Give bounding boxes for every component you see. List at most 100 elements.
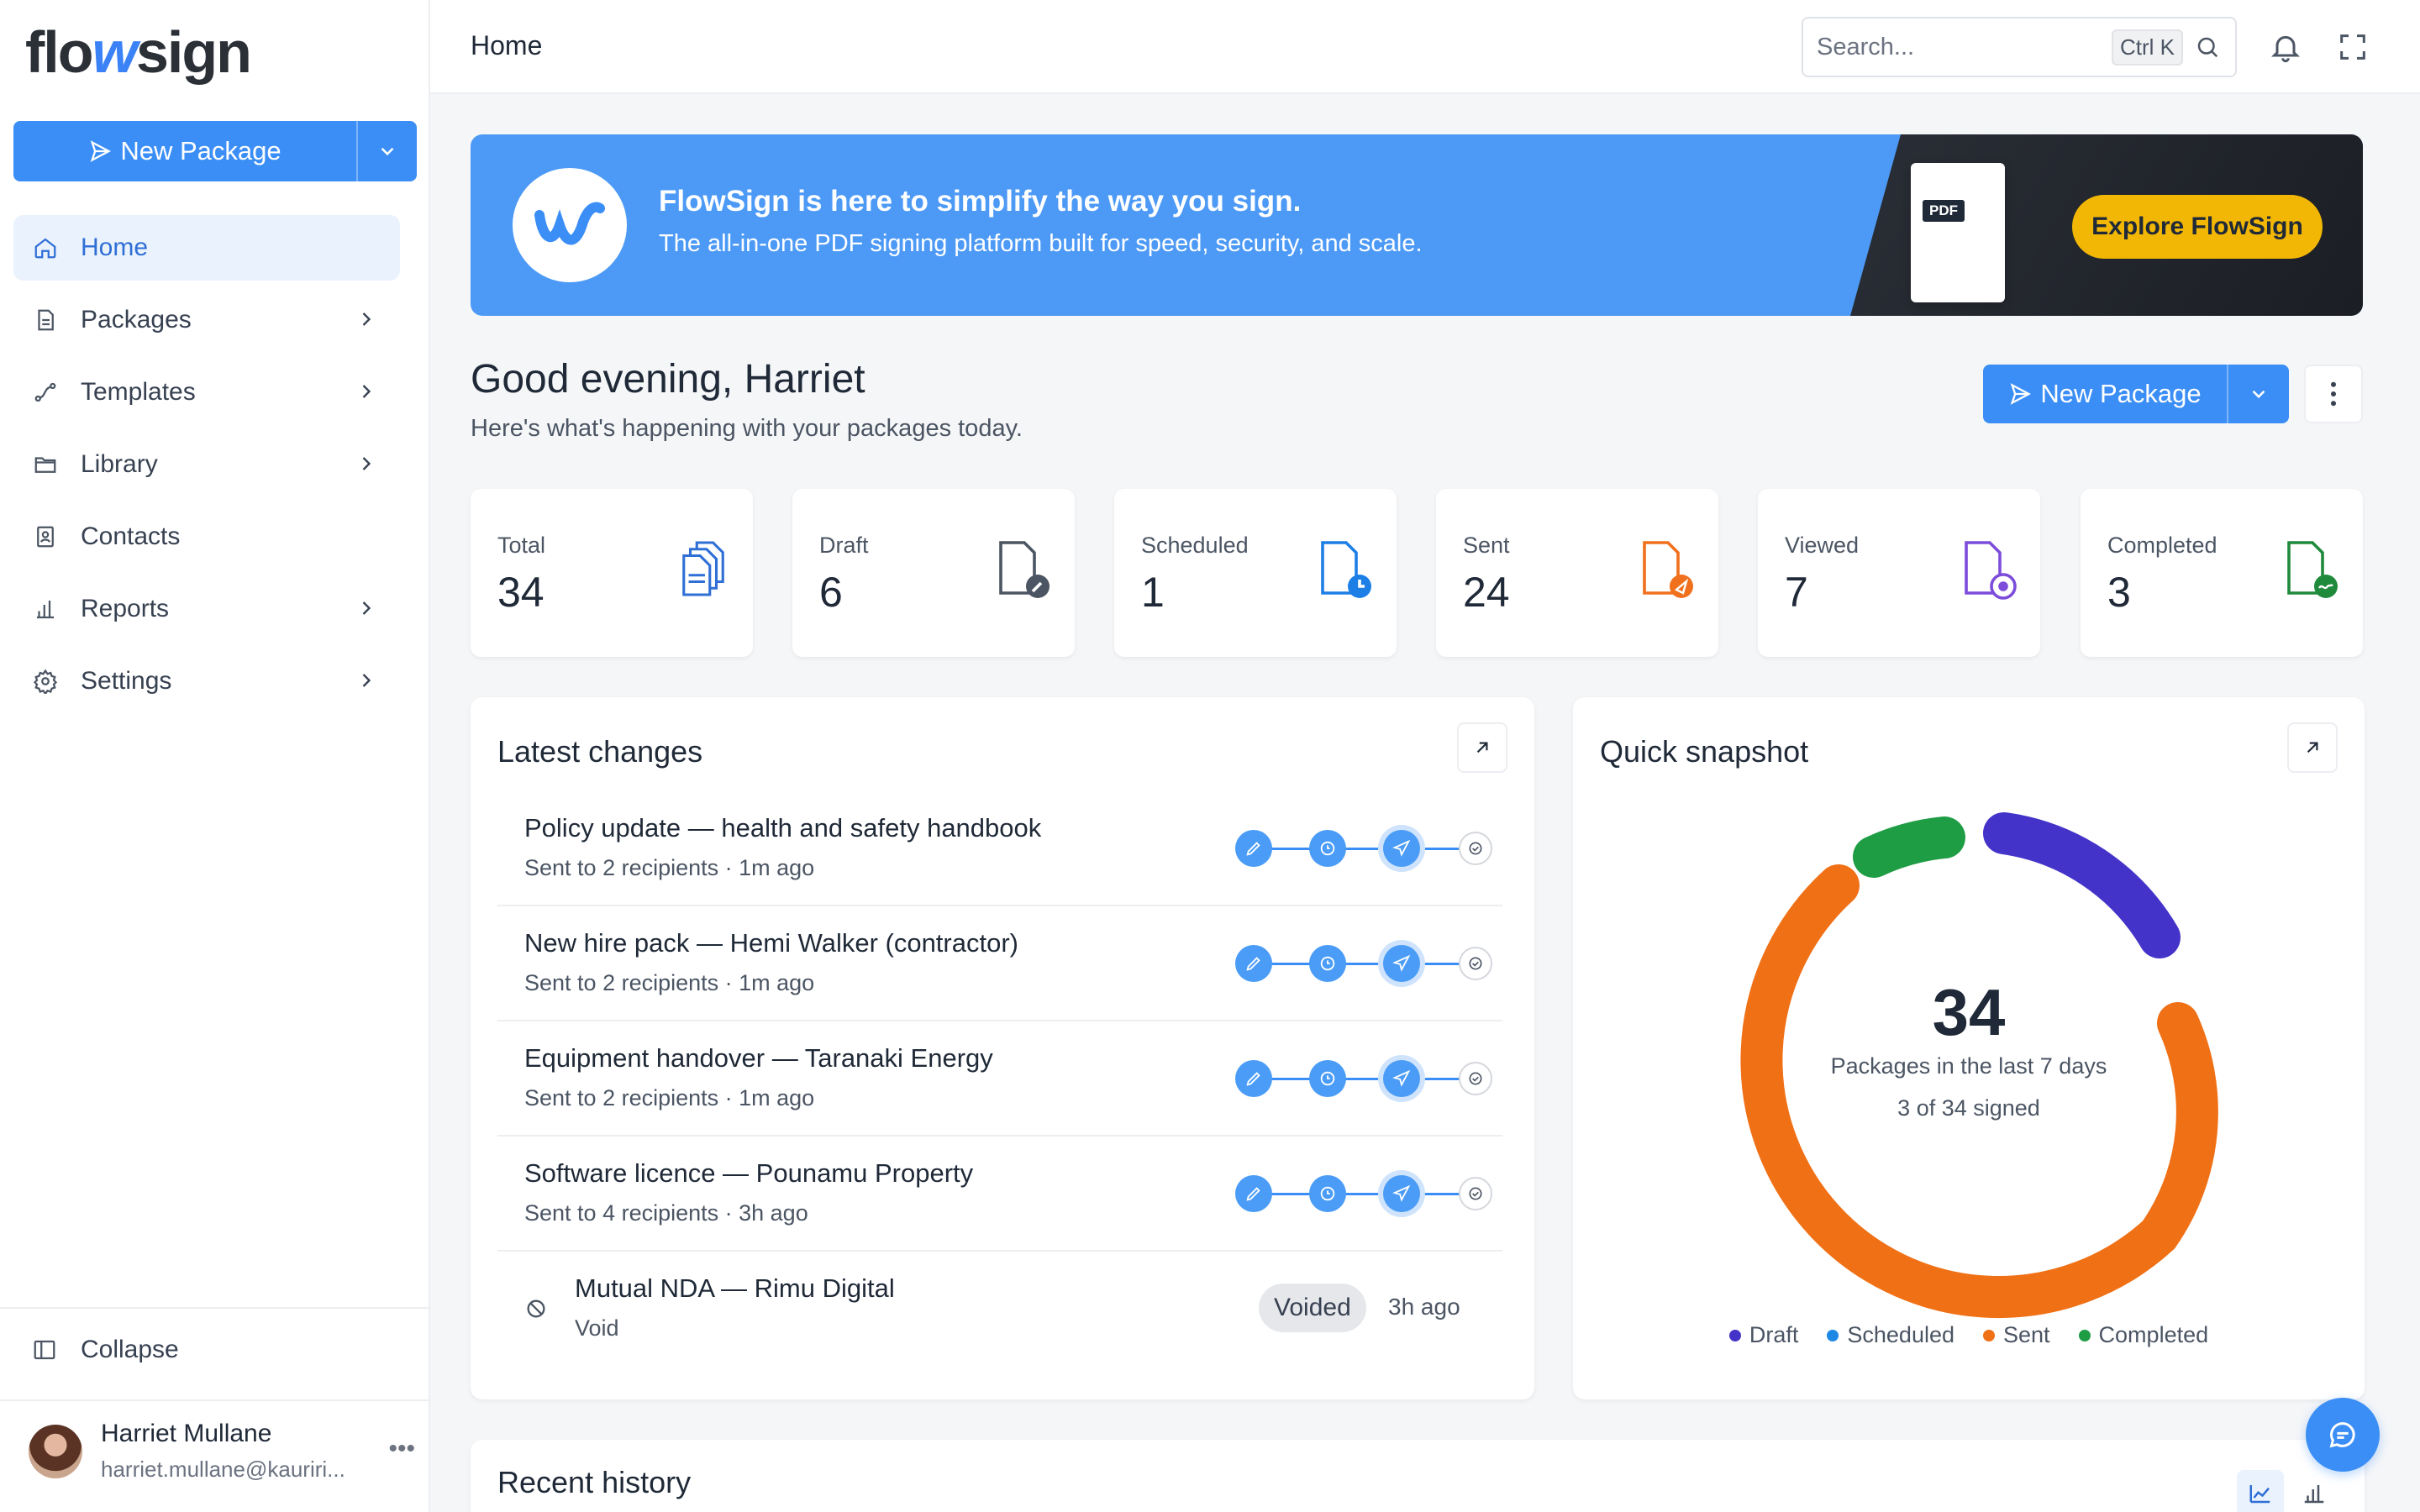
list-item[interactable]: Equipment handover — Taranaki Energy Sen… [497, 1021, 1502, 1137]
viewed-eye-icon [1965, 541, 2017, 600]
sidebar: flowsign New Package Home Packages Templ… [0, 0, 430, 1512]
list-item[interactable]: Software licence — Pounamu Property Sent… [497, 1137, 1502, 1252]
list-item[interactable]: Policy update — health and safety handbo… [497, 791, 1502, 906]
latest-changes-expand-button[interactable] [1457, 722, 1507, 773]
chevron-down-icon [381, 147, 394, 156]
user-menu-icon[interactable]: ••• [388, 1435, 415, 1463]
chevron-right-icon [362, 312, 371, 326]
topbar: Home Search... Ctrl K [430, 0, 2420, 94]
flowsign-logo[interactable]: flowsign [25, 18, 252, 86]
gear-icon [32, 668, 59, 695]
explore-flowsign-button[interactable]: Explore FlowSign [2072, 195, 2323, 259]
bar-chart-icon [32, 596, 59, 622]
sidebar-new-package-dropdown[interactable] [356, 121, 417, 181]
sidebar-item-library[interactable]: Library [13, 432, 400, 497]
bar-chart-view-button[interactable] [2291, 1470, 2338, 1512]
stat-card-completed[interactable]: Completed 3 [2081, 489, 2363, 657]
legend-item-scheduled[interactable]: Scheduled [1827, 1322, 1954, 1348]
legend-item-draft[interactable]: Draft [1728, 1322, 1798, 1348]
greeting-title: Good evening, Harriet [471, 357, 865, 402]
chat-bubble-icon [2329, 1422, 2355, 1448]
user-email: harriet.mullane@kauriri... [101, 1457, 345, 1482]
send-icon [90, 140, 112, 162]
user-name: Harriet Mullane [101, 1420, 272, 1447]
new-package-button[interactable]: New Package [1983, 365, 2227, 423]
snapshot-signed: 3 of 34 signed [1897, 1095, 2040, 1121]
donut-segment-sent-left[interactable] [1740, 864, 2218, 1319]
sidebar-new-package-button[interactable]: New Package [13, 121, 356, 181]
sidebar-nav: Home Packages Templates Library Contacts… [13, 215, 400, 721]
stat-card-sent[interactable]: Sent 24 [1436, 489, 1718, 657]
list-item[interactable]: New hire pack — Hemi Walker (contractor)… [497, 906, 1502, 1021]
status-stepper [1234, 1173, 1502, 1214]
sidebar-item-contacts[interactable]: Contacts [13, 504, 400, 570]
user-profile[interactable]: Harriet Mullane harriet.mullane@kauriri.… [29, 1420, 415, 1483]
kebab-icon [2331, 381, 2336, 407]
breadcrumb: Home [471, 30, 543, 60]
status-stepper [1234, 1058, 1502, 1099]
sidebar-collapse-icon [34, 1340, 55, 1360]
folder-icon [32, 451, 59, 478]
contact-book-icon [32, 523, 59, 550]
pdf-tag: PDF [1923, 200, 1965, 222]
status-stepper [1234, 828, 1502, 869]
sidebar-item-home[interactable]: Home [13, 215, 400, 281]
more-options-button[interactable] [2304, 365, 2363, 423]
legend-item-completed[interactable]: Completed [2078, 1322, 2208, 1348]
fullscreen-icon[interactable] [2336, 30, 2370, 64]
chevron-right-icon [362, 601, 371, 615]
scheduled-clock-icon [1321, 541, 1371, 598]
home-icon [32, 234, 59, 261]
chat-button[interactable] [2306, 1398, 2380, 1472]
step-completed-check-icon [1459, 832, 1492, 865]
ban-icon [527, 1299, 545, 1318]
route-icon [32, 379, 59, 406]
step-scheduled-clock-icon [1309, 830, 1346, 867]
step-draft-pencil-icon [1235, 1060, 1272, 1097]
collapse-button[interactable]: Collapse [32, 1336, 179, 1364]
step-sent-send-icon [1383, 1060, 1420, 1097]
step-draft-pencil-icon [1235, 830, 1272, 867]
sidebar-item-reports[interactable]: Reports [13, 576, 400, 642]
arrow-up-right-icon [1476, 742, 1488, 753]
draft-edit-icon [999, 541, 1050, 598]
sidebar-item-settings[interactable]: Settings [13, 648, 400, 714]
banner-title: FlowSign is here to simplify the way you… [659, 185, 1302, 218]
documents-icon [682, 541, 724, 596]
stat-card-viewed[interactable]: Viewed 7 [1758, 489, 2040, 657]
flowsign-logo-mark [513, 168, 627, 282]
new-package-dropdown[interactable] [2227, 365, 2289, 423]
sidebar-divider [0, 1307, 430, 1309]
step-scheduled-clock-icon [1309, 1175, 1346, 1212]
list-item-voided[interactable]: Mutual NDA — Rimu Digital Void Voided 3h… [497, 1252, 1502, 1367]
donut-segment-completed[interactable] [1853, 816, 1965, 878]
step-completed-check-icon [1459, 1062, 1492, 1095]
bell-icon[interactable] [2269, 30, 2302, 64]
sidebar-new-package-split-button: New Package [13, 121, 417, 181]
search-input[interactable]: Search... Ctrl K [1802, 17, 2237, 77]
quick-snapshot-card: Quick snapshot 34 Packages in the last 7… [1573, 697, 2365, 1399]
status-stepper [1234, 943, 1502, 984]
search-placeholder: Search... [1817, 33, 1915, 60]
bar-chart-icon [2304, 1485, 2324, 1504]
new-package-split-button: New Package [1983, 365, 2289, 423]
banner-subtitle: The all-in-one PDF signing platform buil… [659, 230, 1423, 257]
donut-segment-draft[interactable] [1983, 812, 2181, 958]
step-scheduled-clock-icon [1309, 1060, 1346, 1097]
wave-logo-icon [534, 202, 605, 245]
step-sent-send-icon [1383, 945, 1420, 982]
stat-card-draft[interactable]: Draft 6 [792, 489, 1075, 657]
sidebar-item-packages[interactable]: Packages [13, 287, 400, 353]
sidebar-divider [0, 1399, 430, 1401]
sidebar-item-templates[interactable]: Templates [13, 360, 400, 425]
line-chart-icon [2249, 1485, 2270, 1504]
stat-card-scheduled[interactable]: Scheduled 1 [1114, 489, 1397, 657]
stat-card-total[interactable]: Total 34 [471, 489, 753, 657]
legend-item-sent[interactable]: Sent [1983, 1322, 2050, 1348]
chart-legend: Draft Scheduled Sent Completed [1573, 1322, 2365, 1348]
snapshot-caption: Packages in the last 7 days [1830, 1053, 2107, 1079]
step-completed-check-icon [1459, 947, 1492, 980]
line-chart-view-button[interactable] [2237, 1470, 2284, 1512]
step-sent-send-icon [1383, 830, 1420, 867]
step-sent-send-icon [1383, 1175, 1420, 1212]
